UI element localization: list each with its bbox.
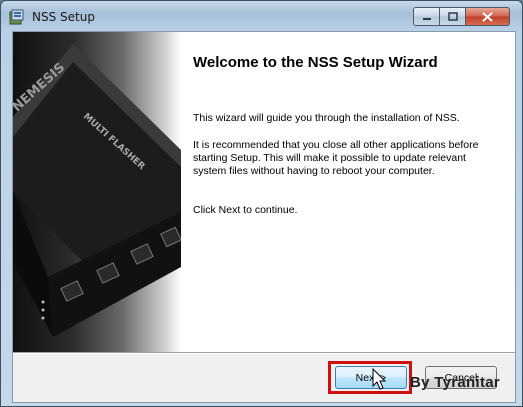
title-bar[interactable]: NSS Setup [1, 1, 522, 31]
close-icon [482, 11, 493, 22]
maximize-button[interactable] [439, 7, 465, 26]
window-title: NSS Setup [32, 10, 95, 24]
wizard-content: Welcome to the NSS Setup Wizard This wiz… [181, 32, 515, 352]
intro-text: This wizard will guide you through the i… [193, 112, 460, 124]
minimize-icon [422, 17, 431, 20]
recommendation-text: It is recommended that you close all oth… [193, 139, 479, 177]
window-controls [413, 7, 510, 26]
next-button-highlight [328, 361, 412, 394]
watermark-text: By Tyranitar [410, 374, 501, 391]
footer-divider [13, 352, 515, 354]
wizard-client-area: NEMESIS MULTI FLASHER Welcome to the NSS… [12, 31, 516, 403]
wizard-banner-image: NEMESIS MULTI FLASHER [13, 32, 181, 352]
setup-window: NSS Setup NEMESIS MULTI FLASHER Welcome … [0, 0, 523, 407]
maximize-icon [447, 12, 458, 21]
installer-icon [9, 9, 24, 25]
device-photo: NEMESIS MULTI FLASHER [13, 44, 181, 337]
continue-instruction-text: Click Next to continue. [193, 204, 298, 216]
mouse-pointer-icon [372, 368, 387, 390]
close-button[interactable] [465, 7, 510, 26]
minimize-button[interactable] [413, 7, 439, 26]
page-title: Welcome to the NSS Setup Wizard [193, 54, 438, 71]
